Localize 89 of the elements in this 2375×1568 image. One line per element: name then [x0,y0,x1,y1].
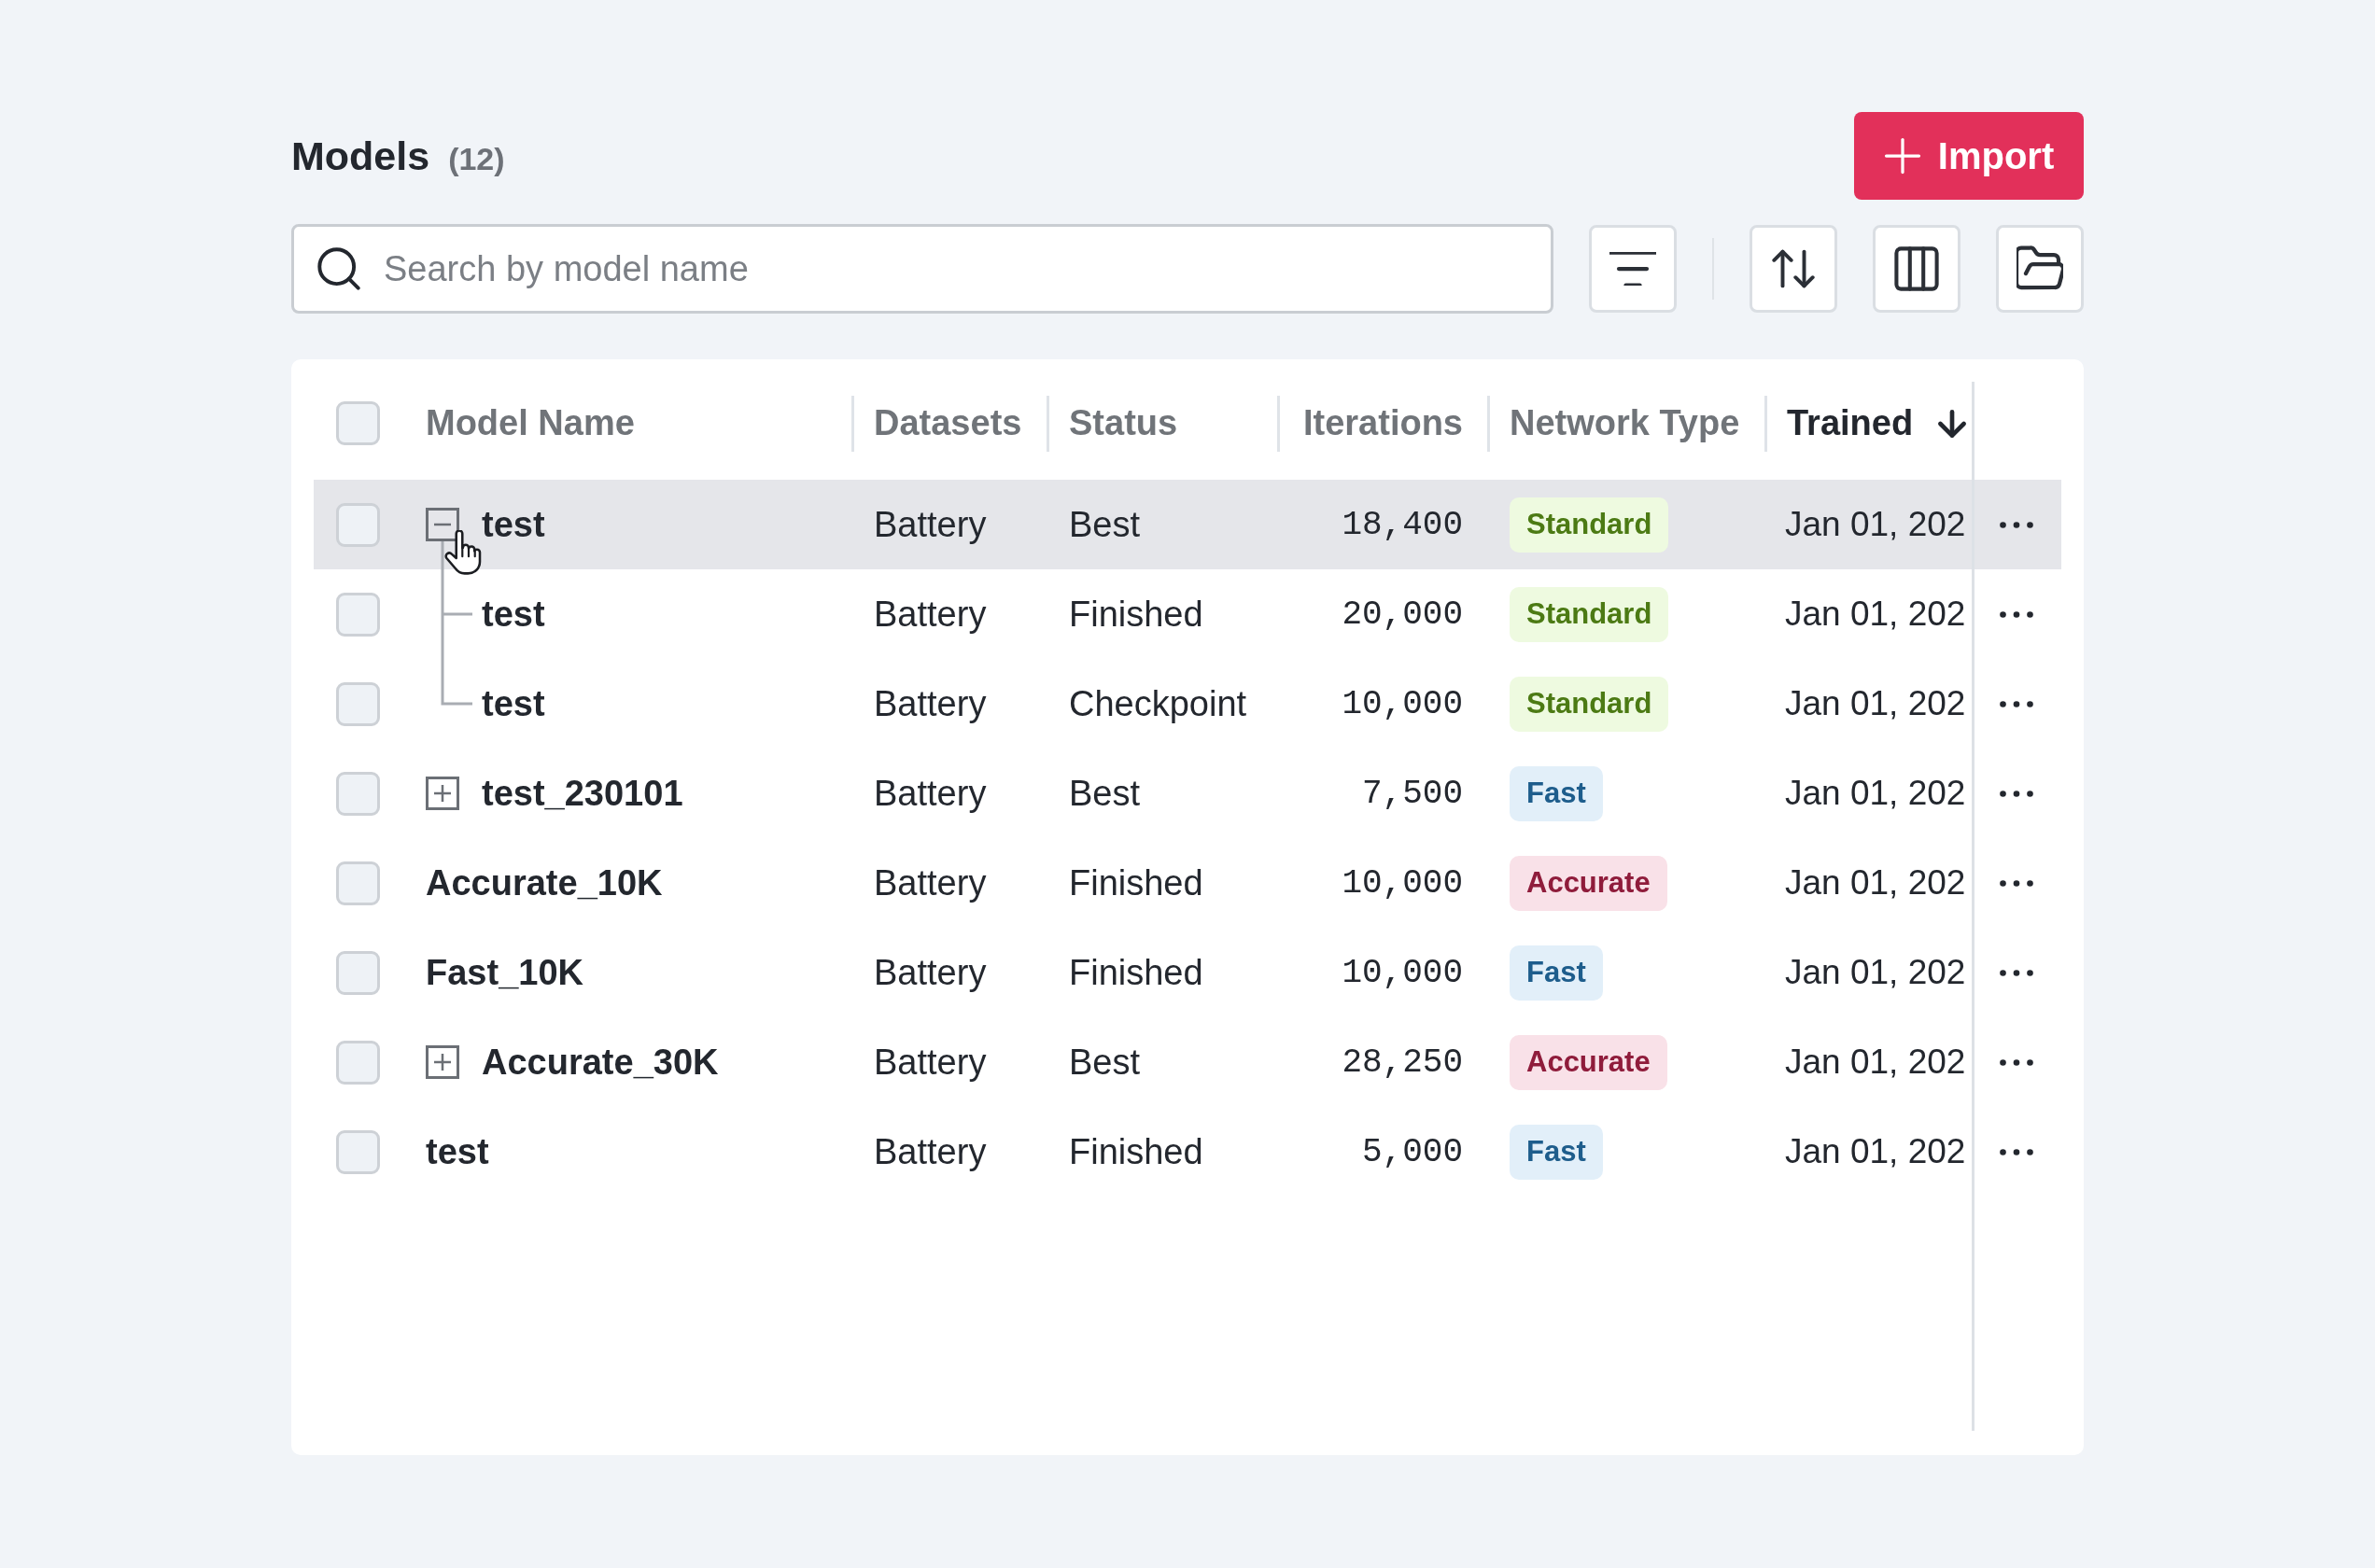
model-name: Accurate_30K [482,1042,719,1083]
hand-cursor-icon [444,530,482,577]
column-header[interactable]: Trained [1787,403,1914,443]
trained-date: Jan 01, 202 [1785,953,1966,992]
plus-square-icon[interactable] [426,777,459,810]
status-text: Best [1069,773,1141,814]
model-name: Fast_10K [426,952,583,993]
model-name: test [482,683,545,724]
row-checkbox[interactable] [336,1040,380,1085]
iterations-count: 5,000 [1361,1132,1463,1171]
row-checkbox[interactable] [336,681,380,726]
row-checkbox[interactable] [336,502,380,547]
network-type-tag: Fast [1510,945,1603,1001]
column-header[interactable]: Iterations [1302,403,1463,443]
trained-date: Jan 01, 202 [1785,1043,1966,1082]
status-text: Checkpoint [1069,683,1247,724]
column-header[interactable]: Datasets [874,403,1022,443]
more-icon [2000,969,2033,976]
sort-button[interactable] [1750,225,1837,313]
network-type-tag: Standard [1510,676,1669,732]
iterations-count: 7,500 [1361,774,1463,813]
plus-icon [1883,137,1921,175]
status-text: Best [1069,1042,1141,1083]
status-text: Finished [1069,594,1203,635]
filter-button[interactable] [1589,225,1677,313]
column-header[interactable]: Model Name [426,403,635,443]
dataset-name: Battery [874,862,987,903]
import-button[interactable]: Import [1854,112,2084,200]
iterations-count: 28,250 [1342,1043,1463,1082]
filter-icon [1609,252,1656,286]
status-text: Finished [1069,952,1203,993]
model-name: test_230101 [482,773,683,814]
trained-date: Jan 01, 202 [1785,863,1966,903]
row-checkbox[interactable] [336,861,380,905]
dataset-name: Battery [874,504,987,545]
more-icon [2000,879,2033,887]
network-type-tag: Accurate [1510,855,1667,911]
folder-button[interactable] [1996,225,2084,313]
network-type-tag: Standard [1510,497,1669,553]
status-text: Finished [1069,862,1203,903]
dataset-name: Battery [874,683,987,724]
trained-date: Jan 01, 202 [1785,684,1966,723]
columns-button[interactable] [1873,225,1960,313]
trained-date: Jan 01, 202 [1785,774,1966,813]
minus-square-icon[interactable] [426,508,459,541]
more-icon [2000,1058,2033,1066]
network-type-tag: Standard [1510,586,1669,642]
status-text: Best [1069,504,1141,545]
model-name: test [482,594,545,635]
page-title: Models [291,133,430,179]
more-icon [2000,1148,2033,1155]
model-count: (12) [448,140,505,177]
dataset-name: Battery [874,952,987,993]
dataset-name: Battery [874,1131,987,1172]
network-type-tag: Accurate [1510,1034,1667,1090]
more-icon [2000,610,2033,618]
iterations-count: 10,000 [1342,863,1463,903]
dataset-name: Battery [874,773,987,814]
row-checkbox[interactable] [336,950,380,995]
column-header[interactable]: Network Type [1510,403,1740,443]
iterations-count: 20,000 [1342,595,1463,634]
trained-date: Jan 01, 202 [1785,1132,1966,1171]
row-checkbox[interactable] [336,592,380,637]
iterations-count: 18,400 [1342,505,1463,544]
open-folder-icon [2017,245,2063,292]
iterations-count: 10,000 [1342,953,1463,992]
network-type-tag: Fast [1510,765,1603,821]
up-down-arrows-icon [1772,247,1815,290]
model-name: Accurate_10K [426,862,663,903]
column-header[interactable]: Status [1069,403,1178,443]
columns-icon [1894,246,1939,291]
dataset-name: Battery [874,1042,987,1083]
iterations-count: 10,000 [1342,684,1463,723]
network-type-tag: Fast [1510,1124,1603,1180]
search-field[interactable]: Search by model name [291,224,1553,314]
trained-date: Jan 01, 202 [1785,505,1966,544]
status-text: Finished [1069,1131,1203,1172]
search-icon [317,247,360,290]
more-icon [2000,521,2033,528]
more-icon [2000,700,2033,707]
more-icon [2000,790,2033,797]
dataset-name: Battery [874,594,987,635]
trained-date: Jan 01, 202 [1785,595,1966,634]
model-name: test [482,504,545,545]
row-checkbox[interactable] [336,1129,380,1174]
select-all-checkbox[interactable] [336,401,380,445]
model-name: test [426,1131,489,1172]
row-checkbox[interactable] [336,771,380,816]
plus-square-icon[interactable] [426,1045,459,1079]
